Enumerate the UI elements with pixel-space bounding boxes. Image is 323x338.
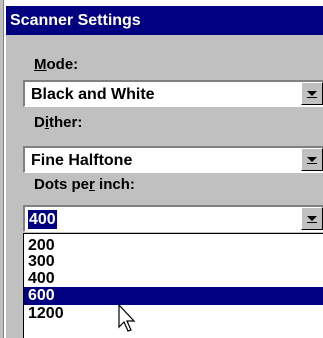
mode-label-accel: M (34, 56, 47, 73)
dpi-label-pre: Dots pe (34, 176, 90, 193)
dpi-value[interactable]: 400 (28, 210, 57, 229)
chevron-down-icon-bar (307, 97, 317, 98)
chevron-down-icon (307, 216, 317, 221)
mode-dropdown-button[interactable] (301, 82, 323, 105)
dither-value: Fine Halftone (31, 152, 133, 169)
dither-dropdown[interactable]: Fine Halftone (23, 146, 323, 173)
dpi-dropdown-button[interactable] (301, 207, 323, 230)
mode-label: Mode: (34, 56, 78, 74)
dither-label: Dither: (34, 114, 82, 132)
dpi-option-400[interactable]: 400 (24, 270, 323, 288)
dpi-options-list[interactable]: 200 300 400 600 1200 (23, 233, 323, 338)
scanner-settings-window: Scanner Settings Mode: Black and White D… (0, 0, 323, 338)
dither-label-pre: D (34, 114, 45, 131)
window-frame (0, 0, 4, 338)
chevron-down-icon (307, 157, 317, 162)
mouse-pointer-icon (118, 304, 136, 332)
dpi-option-300[interactable]: 300 (24, 253, 323, 271)
dpi-option-600[interactable]: 600 (24, 287, 323, 305)
chevron-down-icon-bar (307, 222, 317, 223)
chevron-down-icon-bar (307, 163, 317, 164)
window-title: Scanner Settings (6, 6, 323, 35)
dpi-label-rest: inch: (94, 176, 135, 193)
mode-label-rest: ode: (46, 56, 79, 73)
dpi-option-1200[interactable]: 1200 (24, 305, 323, 323)
dpi-label: Dots per inch: (34, 176, 135, 194)
dither-label-rest: ther: (49, 114, 83, 131)
chevron-down-icon (307, 91, 317, 96)
dpi-dropdown[interactable]: 400 (23, 205, 323, 232)
mode-value: Black and White (31, 86, 155, 103)
dither-dropdown-button[interactable] (301, 148, 323, 171)
mode-dropdown[interactable]: Black and White (23, 80, 323, 107)
